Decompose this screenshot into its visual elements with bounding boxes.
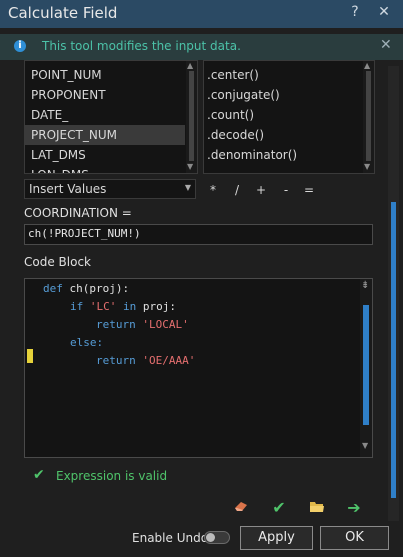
- expression-label: COORDINATION =: [24, 206, 132, 220]
- close-icon[interactable]: ✕: [376, 4, 392, 20]
- scroll-down-icon[interactable]: ▼: [364, 162, 370, 171]
- chevron-down-icon: ▼: [184, 183, 191, 192]
- code-line: else:: [70, 336, 104, 349]
- function-item[interactable]: .conjugate(): [204, 85, 364, 105]
- insert-values-select[interactable]: Insert Values ▼: [24, 179, 196, 199]
- scroll-up-icon[interactable]: ▲: [364, 61, 370, 70]
- operator-minus-button[interactable]: -: [279, 183, 293, 197]
- functions-scrollbar[interactable]: ▲ ▼: [363, 61, 374, 173]
- operator-plus-button[interactable]: +: [254, 183, 268, 197]
- function-item[interactable]: .center(): [204, 65, 364, 85]
- window-title: Calculate Field: [8, 4, 118, 22]
- info-icon: i: [14, 40, 26, 52]
- code-line: def ch(proj):: [43, 282, 130, 295]
- check-icon[interactable]: ✔: [269, 498, 289, 517]
- pane-scrollbar[interactable]: [388, 66, 399, 521]
- expression-input[interactable]: ch(!PROJECT_NUM!): [24, 224, 373, 245]
- fields-scrollbar[interactable]: ▲ ▼: [186, 61, 197, 173]
- valid-check-icon: ✔: [33, 467, 45, 483]
- code-line: if 'LC' in proj:: [70, 300, 176, 313]
- field-item-selected[interactable]: PROJECT_NUM: [25, 125, 185, 145]
- scroll-down-icon[interactable]: ▼: [362, 441, 368, 450]
- code-block-label: Code Block: [24, 255, 91, 269]
- functions-list[interactable]: .center() .conjugate() .count() .decode(…: [203, 60, 375, 174]
- scroll-up-icon[interactable]: ▲: [187, 61, 193, 70]
- fields-list[interactable]: POINT_NUM PROPONENT DATE_ PROJECT_NUM LA…: [24, 60, 198, 174]
- field-item[interactable]: PROPONENT: [25, 85, 185, 105]
- code-line: return 'LOCAL': [96, 318, 189, 331]
- code-line: return 'OE/AAA': [96, 354, 196, 367]
- code-block-editor[interactable]: def ch(proj): if 'LC' in proj: return 'LOC…: [24, 278, 373, 458]
- enable-undo-toggle[interactable]: [204, 531, 230, 544]
- apply-button[interactable]: Apply: [240, 526, 313, 550]
- fields-scrollbar-thumb[interactable]: [189, 71, 194, 161]
- insert-values-value: Insert Values: [29, 182, 107, 196]
- function-item[interactable]: .denominator(): [204, 145, 364, 165]
- toggle-knob: [206, 533, 215, 542]
- folder-open-icon[interactable]: [307, 498, 327, 517]
- pane-scrollbar-thumb[interactable]: [391, 202, 396, 498]
- operator-multiply-button[interactable]: *: [206, 183, 220, 197]
- validation-message: Expression is valid: [56, 469, 168, 483]
- function-item[interactable]: .decode(): [204, 125, 364, 145]
- info-close-icon[interactable]: ✕: [380, 37, 392, 53]
- expression-value: ch(!PROJECT_NUM!): [28, 227, 141, 240]
- operator-equals-button[interactable]: =: [302, 183, 316, 197]
- arrow-right-icon[interactable]: ➔: [344, 498, 364, 517]
- functions-scrollbar-thumb[interactable]: [366, 71, 371, 161]
- enable-undo-label: Enable Undo: [132, 531, 209, 545]
- eraser-icon[interactable]: [231, 498, 251, 517]
- split-grip-icon[interactable]: ⇟: [361, 280, 369, 291]
- field-item[interactable]: DATE_: [25, 105, 185, 125]
- field-item[interactable]: POINT_NUM: [25, 65, 185, 85]
- operator-divide-button[interactable]: /: [230, 183, 244, 197]
- function-item[interactable]: .count(): [204, 105, 364, 125]
- info-message: This tool modifies the input data.: [42, 39, 241, 53]
- scroll-down-icon[interactable]: ▼: [187, 162, 193, 171]
- help-icon[interactable]: ?: [347, 4, 363, 20]
- field-item[interactable]: LAT_DMS: [25, 145, 185, 165]
- code-scrollbar-thumb[interactable]: [363, 305, 369, 425]
- ok-button[interactable]: OK: [320, 526, 389, 550]
- code-scrollbar[interactable]: ⇟ ▼: [360, 279, 372, 457]
- current-line-marker: [27, 349, 33, 363]
- field-item[interactable]: LON_DMS: [25, 165, 185, 173]
